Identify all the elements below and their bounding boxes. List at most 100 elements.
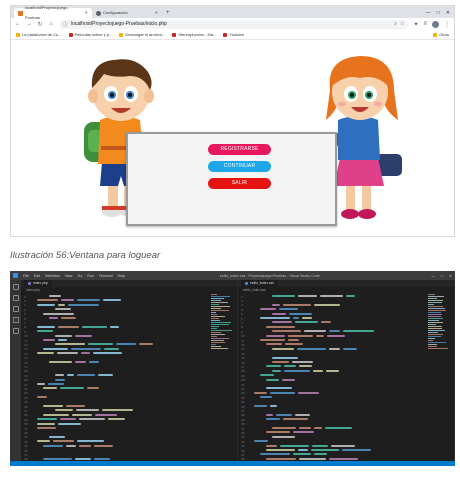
- address-bar[interactable]: ⓘ localhost/Proyectojuego-Pruebas/inicio…: [59, 19, 409, 29]
- other-bookmarks[interactable]: Otros: [433, 32, 449, 37]
- forward-icon[interactable]: →: [26, 21, 32, 27]
- tab-label: Configuración: [103, 10, 128, 15]
- minimap-line: [211, 310, 229, 311]
- vscode-logo-icon: [13, 273, 18, 278]
- close-tab-icon[interactable]: ✕: [155, 8, 158, 18]
- code-token: [61, 299, 74, 302]
- editor-pane-left[interactable]: index.php index.php 1 2 3 4 5 6 7 8 9 10 11 12 13 14 1…: [21, 280, 238, 461]
- menu-terminal[interactable]: Terminal: [99, 274, 113, 278]
- line-number: 28: [24, 413, 28, 418]
- minimap[interactable]: [211, 294, 233, 354]
- menu-view[interactable]: View: [65, 274, 73, 278]
- reload-icon[interactable]: ↻: [37, 21, 43, 28]
- code-token: [57, 352, 78, 355]
- window-controls: — □ ✕: [426, 8, 454, 18]
- menu-file[interactable]: File: [23, 274, 29, 278]
- code-token: [79, 444, 91, 447]
- minimap-line: [428, 298, 437, 299]
- tab-settings[interactable]: Configuración ✕: [92, 8, 162, 18]
- code-token: [314, 303, 340, 306]
- code-token: [43, 387, 57, 390]
- code-token: [58, 303, 65, 306]
- line-number: 36: [241, 448, 245, 453]
- line-number: 37: [241, 452, 245, 457]
- code-token: [98, 374, 113, 377]
- star-icon[interactable]: ☆: [400, 21, 404, 27]
- code-token: [43, 444, 63, 447]
- code-area[interactable]: 1 2 3 4 5 6 7 8 9 10 11 12 13 14 15 16 17 18 19 20 21 22 23 24 2…: [238, 293, 454, 461]
- minimap-line: [211, 304, 219, 305]
- menu-edit[interactable]: Edit: [34, 274, 40, 278]
- menu-icon[interactable]: ⋮: [444, 21, 450, 28]
- bookmark-item[interactable]: Descargar el archivo...: [119, 32, 165, 37]
- profile-avatar[interactable]: [432, 20, 439, 28]
- code-token: [272, 369, 281, 372]
- tab-estilo-index-css[interactable]: estilo_index.css: [241, 280, 278, 287]
- minimap[interactable]: [428, 294, 450, 354]
- search-icon[interactable]: ⌕: [394, 21, 397, 27]
- minimize-button[interactable]: —: [426, 8, 431, 18]
- code-token: [266, 378, 279, 381]
- code-token: [266, 449, 295, 451]
- register-button[interactable]: REGISTRARSE: [208, 144, 271, 155]
- url-text[interactable]: localhost/Proyectojuego-Pruebas/inicio.p…: [71, 21, 167, 27]
- code-area[interactable]: 1 2 3 4 5 6 7 8 9 10 11 12 13 14 15 16 17 18 19 20 21 22 23 24 2…: [21, 293, 237, 461]
- code-token: [320, 295, 343, 297]
- line-number: 4: [241, 307, 243, 312]
- minimap-line: [428, 300, 443, 301]
- info-icon[interactable]: ⓘ: [63, 21, 68, 28]
- php-file-icon: [28, 282, 31, 285]
- bookmark-item[interactable]: Youtube: [223, 32, 244, 37]
- search-icon[interactable]: [12, 295, 19, 301]
- line-number: 16: [241, 360, 245, 365]
- code-token: [75, 361, 86, 363]
- bookmark-item[interactable]: Películas online y p...: [68, 32, 112, 37]
- line-number: 12: [241, 342, 245, 347]
- close-window-button[interactable]: ✕: [446, 8, 450, 18]
- home-icon[interactable]: ⌂: [48, 21, 54, 27]
- back-icon[interactable]: ←: [15, 21, 21, 27]
- bookmark-item[interactable]: La plataforma de Cu...: [16, 32, 62, 37]
- reading-list-icon[interactable]: ≡: [423, 21, 427, 27]
- code-token: [94, 444, 113, 447]
- line-number: 6: [241, 316, 243, 321]
- menu-run[interactable]: Run: [87, 274, 94, 278]
- activity-bar: [10, 280, 21, 461]
- code-token: [346, 295, 355, 297]
- code-token: [68, 303, 99, 306]
- login-card: REGISTRARSE CONTINUAR SALIR: [126, 132, 337, 226]
- minimize-button[interactable]: —: [431, 274, 435, 278]
- maximize-button[interactable]: □: [437, 8, 440, 18]
- close-tab-icon[interactable]: ✕: [85, 8, 88, 18]
- bookmark-item[interactable]: Stereophonics - Ma...: [172, 32, 216, 37]
- line-number: 30: [241, 422, 245, 427]
- menu-selection[interactable]: Selection: [45, 274, 60, 278]
- extensions-icon[interactable]: ✦: [413, 21, 418, 28]
- explorer-icon[interactable]: [12, 284, 19, 290]
- minimap-line: [211, 296, 230, 297]
- code-token: [272, 347, 294, 350]
- menu-help[interactable]: Help: [118, 274, 125, 278]
- continue-button[interactable]: CONTINUAR: [208, 161, 271, 172]
- menu-go[interactable]: Go: [78, 274, 83, 278]
- code-token: [293, 431, 314, 434]
- editor-pane-right[interactable]: estilo_index.css estilo_index.css 123456…: [238, 280, 455, 461]
- code-token: [272, 330, 301, 333]
- tab-index-php[interactable]: index.php: [24, 280, 52, 287]
- minimap-line: [211, 300, 221, 301]
- maximize-button[interactable]: □: [441, 274, 443, 278]
- run-debug-icon[interactable]: [12, 317, 19, 323]
- tab-localhost[interactable]: localhost/Proyectojuego-Pruebas ✕: [14, 6, 92, 20]
- new-tab-button[interactable]: +: [162, 8, 174, 18]
- close-window-button[interactable]: ✕: [449, 274, 452, 278]
- line-number: 10: [241, 334, 245, 339]
- code-token: [43, 413, 69, 416]
- source-control-icon[interactable]: [12, 306, 19, 312]
- line-number: 27: [241, 408, 245, 413]
- extensions-icon[interactable]: [12, 328, 19, 334]
- minimap-line: [211, 344, 216, 345]
- line-number: 9: [241, 329, 243, 334]
- minimap-line: [428, 344, 437, 345]
- exit-button[interactable]: SALIR: [208, 178, 271, 189]
- code-token: [283, 303, 311, 306]
